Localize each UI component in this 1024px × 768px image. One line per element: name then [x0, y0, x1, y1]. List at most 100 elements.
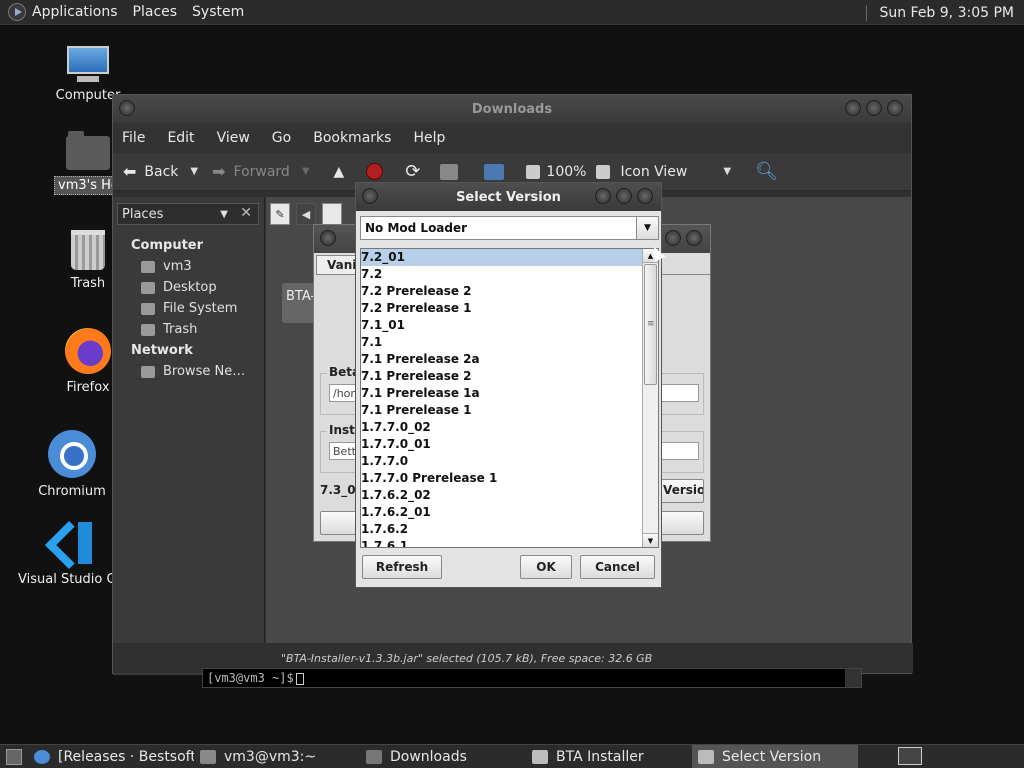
trash-icon	[141, 323, 155, 336]
places-combo[interactable]: Places ▼ ✕	[117, 203, 259, 225]
ok-button[interactable]: OK	[520, 555, 572, 579]
zoom-level[interactable]: 100%	[546, 164, 586, 180]
version-list[interactable]: 7.2_01 7.2 7.2 Prerelease 2 7.2 Prerelease …	[360, 248, 659, 548]
menu-help[interactable]: Help	[413, 130, 445, 146]
search-icon[interactable]: 🔍︎	[755, 161, 778, 182]
task-downloads[interactable]: Downloads	[360, 745, 526, 768]
zoom-out-icon[interactable]	[526, 164, 541, 179]
maximize-button[interactable]	[665, 230, 681, 246]
menu-bookmarks[interactable]: Bookmarks	[313, 130, 391, 146]
window-menu-button[interactable]	[362, 188, 378, 204]
refresh-button[interactable]: Refresh	[362, 555, 442, 579]
version-list-item[interactable]: 7.1_01	[361, 317, 643, 334]
close-button[interactable]	[637, 188, 653, 204]
scrollbar-thumb[interactable]	[644, 264, 657, 385]
clock[interactable]: Sun Feb 9, 3:05 PM	[879, 5, 1014, 21]
window-menu-button[interactable]	[320, 230, 336, 246]
version-list-item[interactable]: 1.7.6.1	[361, 538, 643, 547]
sidebar-item-file-system[interactable]: File System	[113, 298, 265, 319]
version-list-item[interactable]: 7.1 Prerelease 1	[361, 402, 643, 419]
terminal-window[interactable]: [vm3@vm3 ~]$	[202, 668, 862, 688]
view-mode-select[interactable]: Icon View ▼	[620, 164, 731, 180]
task-select-version[interactable]: Select Version	[692, 744, 858, 768]
dialog-titlebar[interactable]: Select Version	[356, 183, 661, 211]
cancel-button[interactable]: Cancel	[580, 555, 655, 579]
version-list-item[interactable]: 7.1	[361, 334, 643, 351]
version-items: 7.2_01 7.2 7.2 Prerelease 2 7.2 Prerelease …	[361, 249, 643, 547]
desktop-icon-chromium[interactable]: Chromium	[24, 430, 120, 499]
path-folder-icon[interactable]	[322, 203, 342, 225]
up-arrow-icon[interactable]: ▲	[334, 164, 345, 180]
taskbar: [Releases · Bestsoft... vm3@vm3:~ Downlo…	[0, 744, 1024, 768]
file-manager-titlebar[interactable]: Downloads	[113, 95, 911, 123]
sidebar-item-vm3[interactable]: vm3	[113, 256, 265, 277]
dialog-title: Select Version	[456, 189, 561, 205]
menu-places[interactable]: Places	[133, 4, 178, 20]
places-list: Computer vm3 Desktop File System Trash N…	[113, 235, 265, 382]
desktop-icon-vscode[interactable]: Visual Studio Code	[18, 520, 112, 587]
menu-file[interactable]: File	[122, 130, 145, 146]
version-list-item[interactable]: 7.2 Prerelease 1	[361, 300, 643, 317]
window-menu-button[interactable]	[119, 100, 135, 116]
menu-system[interactable]: System	[192, 4, 244, 20]
menubar: File Edit View Go Bookmarks Help	[113, 123, 911, 153]
close-button[interactable]	[887, 100, 903, 116]
chevron-down-icon: ▼	[220, 209, 228, 220]
terminal-icon	[200, 749, 216, 764]
reload-icon[interactable]: ⟳	[405, 161, 420, 182]
menu-edit[interactable]: Edit	[167, 130, 194, 146]
chevron-down-icon[interactable]: ▼	[302, 166, 310, 177]
version-list-item[interactable]: 7.2_01	[361, 249, 643, 266]
version-list-item[interactable]: 1.7.7.0	[361, 453, 643, 470]
menu-applications[interactable]: Applications	[32, 4, 118, 20]
desktop-icon-label: Visual Studio Code	[18, 572, 112, 587]
version-list-item[interactable]: 1.7.6.2	[361, 521, 643, 538]
show-desktop-icon[interactable]	[6, 748, 22, 765]
terminal-cursor	[295, 672, 304, 685]
mod-loader-select[interactable]: No Mod Loader ▼	[360, 216, 659, 240]
version-list-item[interactable]: 1.7.7.0_01	[361, 436, 643, 453]
tab-vanilla[interactable]: Vanilla	[316, 255, 373, 275]
version-list-item[interactable]: 1.7.7.0_02	[361, 419, 643, 436]
version-list-item[interactable]: 7.2 Prerelease 2	[361, 283, 643, 300]
chevron-down-icon[interactable]: ▼	[636, 217, 658, 239]
sidebar-item-trash[interactable]: Trash	[113, 319, 265, 340]
version-list-item[interactable]: 7.1 Prerelease 1a	[361, 385, 643, 402]
version-list-item[interactable]: 7.1 Prerelease 2	[361, 368, 643, 385]
chromium-icon	[34, 749, 50, 764]
folder-icon	[366, 749, 382, 764]
home-icon[interactable]	[440, 163, 466, 180]
task-browser[interactable]: [Releases · Bestsoft...	[28, 745, 194, 768]
zoom-in-icon[interactable]	[596, 164, 611, 179]
minimize-button[interactable]	[595, 188, 611, 204]
maximize-button[interactable]	[616, 188, 632, 204]
menu-go[interactable]: Go	[272, 130, 291, 146]
close-button[interactable]	[686, 230, 702, 246]
forward-button[interactable]: ➡ Forward ▼	[212, 162, 309, 181]
scroll-down-icon[interactable]: ▼	[643, 533, 658, 547]
close-sidebar-icon[interactable]: ✕	[240, 205, 252, 221]
menu-view[interactable]: View	[217, 130, 250, 146]
task-bta-installer[interactable]: BTA Installer	[526, 745, 692, 768]
maximize-button[interactable]	[866, 100, 882, 116]
sidebar-item-browse-network[interactable]: Browse Network	[113, 361, 265, 382]
version-list-item[interactable]: 7.2	[361, 266, 643, 283]
sidebar-item-desktop[interactable]: Desktop	[113, 277, 265, 298]
task-terminal[interactable]: vm3@vm3:~	[194, 745, 360, 768]
terminal-scrollbar[interactable]	[845, 669, 861, 687]
computer-icon[interactable]	[484, 163, 512, 180]
workspace-switcher[interactable]	[898, 747, 922, 765]
edit-path-icon[interactable]: ✎	[270, 203, 290, 225]
java-icon	[532, 749, 548, 764]
stop-icon[interactable]	[366, 163, 384, 180]
minimize-button[interactable]	[845, 100, 861, 116]
chevron-down-icon[interactable]: ▼	[190, 166, 198, 177]
version-list-item[interactable]: 1.7.6.2_01	[361, 504, 643, 521]
back-button[interactable]: ⬅ Back ▼	[123, 162, 198, 181]
version-list-scrollbar[interactable]: ▲ ▼	[642, 249, 658, 547]
main-menu-logo-icon[interactable]	[8, 3, 26, 21]
version-list-item[interactable]: 7.1 Prerelease 2a	[361, 351, 643, 368]
version-list-item[interactable]: 1.7.6.2_02	[361, 487, 643, 504]
version-list-item[interactable]: 1.7.7.0 Prerelease 1	[361, 470, 643, 487]
path-left-arrow-icon[interactable]: ◀	[296, 203, 316, 225]
